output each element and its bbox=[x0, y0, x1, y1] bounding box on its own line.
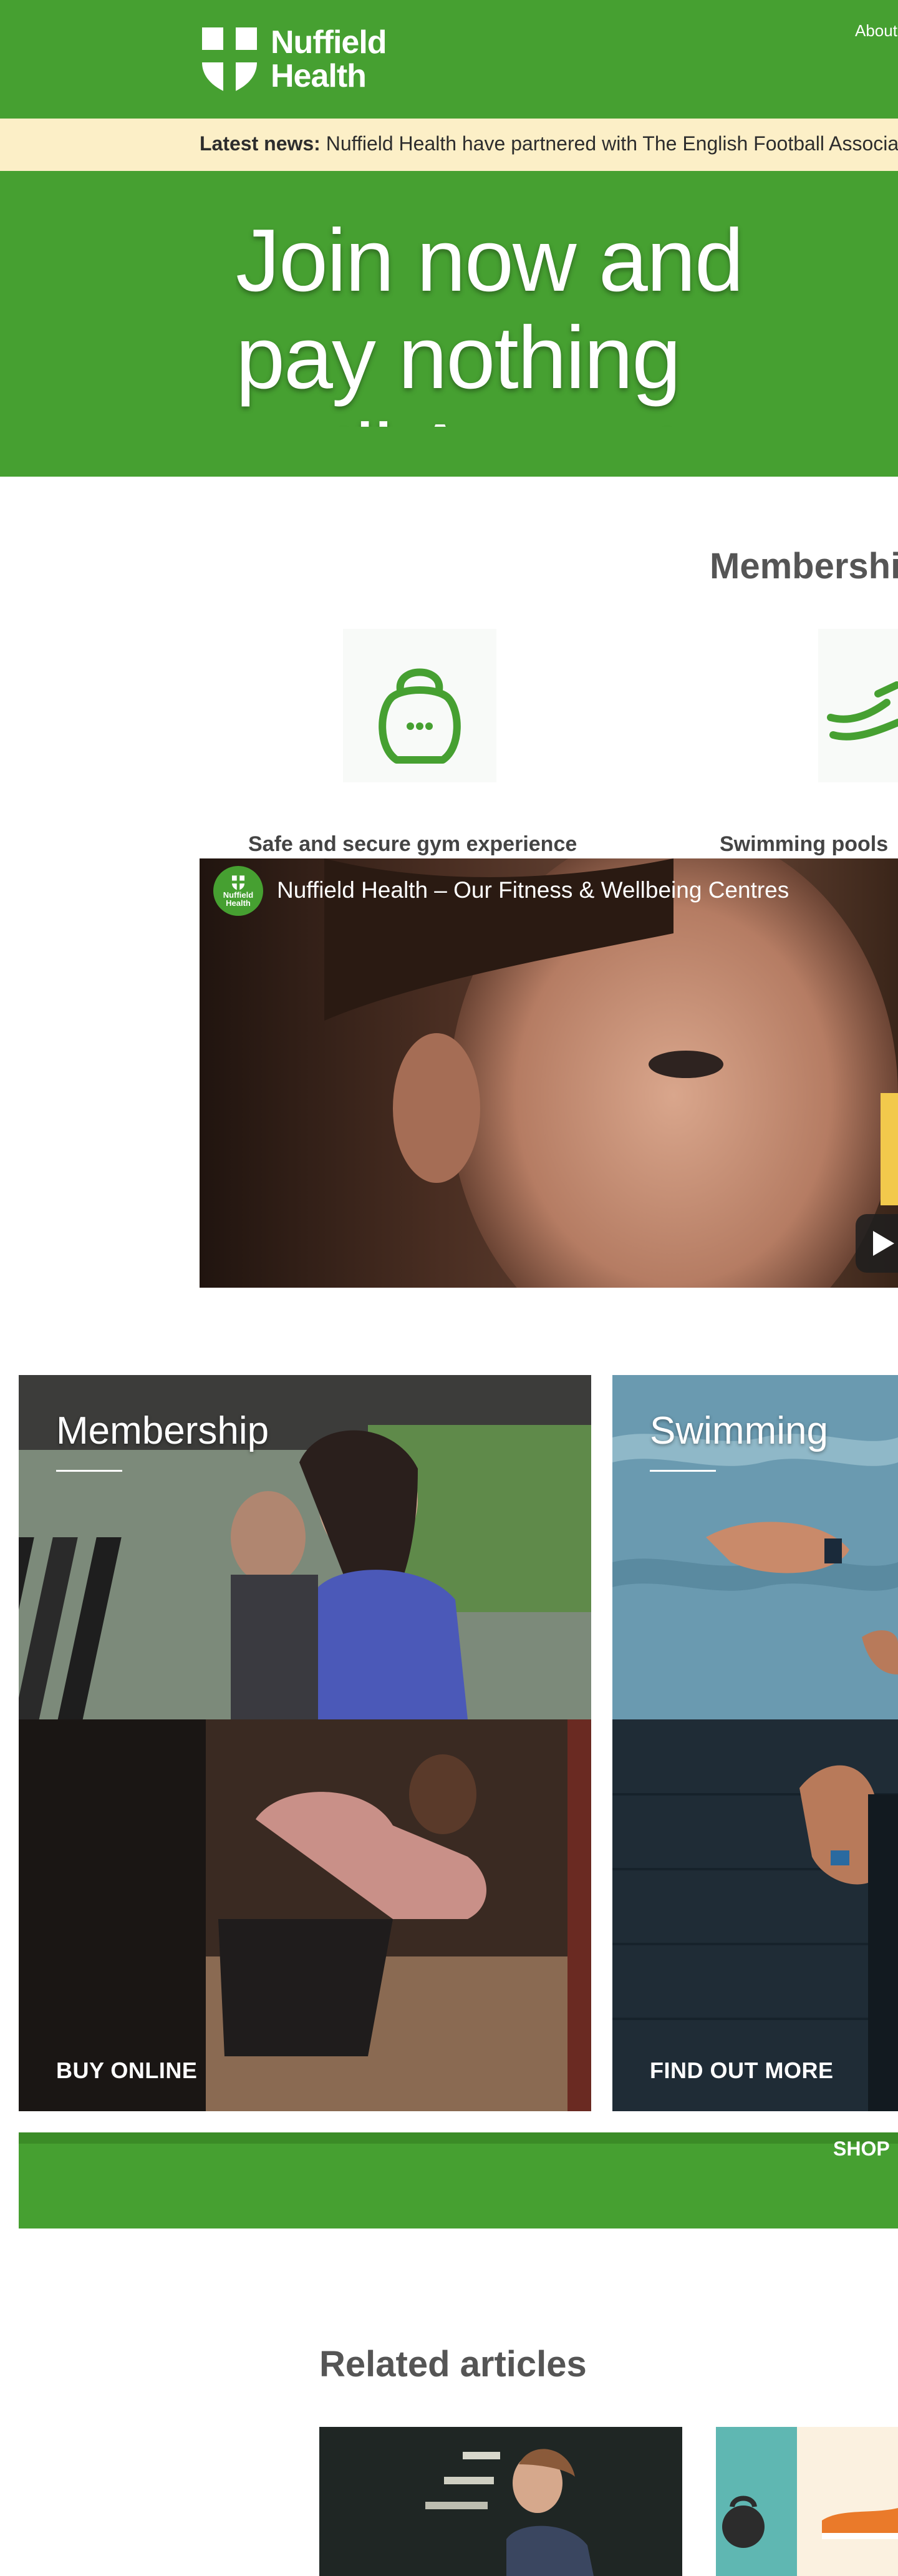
hero-title: Join now and pay nothing until August bbox=[236, 212, 744, 427]
tile-underline bbox=[56, 1470, 122, 1472]
related-articles-heading: Related articles bbox=[319, 2344, 587, 2384]
tile-title-swimming: Swimming bbox=[650, 1409, 828, 1452]
find-out-more-link[interactable]: FIND OUT MORE bbox=[650, 2058, 833, 2084]
promo-band-link[interactable]: SHOP bbox=[833, 2137, 890, 2160]
shield-cross-icon bbox=[231, 875, 245, 891]
swimming-bottom-image bbox=[612, 1719, 898, 2111]
benefit-label-swimming: Swimming pools bbox=[720, 832, 889, 856]
channel-logo-line-2: Health bbox=[226, 898, 251, 908]
channel-logo[interactable]: Nuffield Health bbox=[213, 866, 263, 916]
logo-wordmark: Nuffield Health bbox=[271, 26, 387, 93]
tile-membership[interactable]: Membership BUY ONLINE bbox=[19, 1375, 591, 2111]
membership-benefits-heading: Membership bbox=[710, 546, 898, 586]
news-ticker[interactable]: Latest news: Nuffield Health have partne… bbox=[200, 132, 898, 155]
promo-band-stripe bbox=[19, 2132, 898, 2144]
video-title[interactable]: Nuffield Health – Our Fitness & Wellbein… bbox=[277, 877, 789, 903]
article-image bbox=[716, 2427, 898, 2576]
benefit-label-gym: Safe and secure gym experience bbox=[248, 832, 577, 856]
play-icon bbox=[873, 1231, 894, 1256]
video-player[interactable]: Nuffield Health Nuffield Health – Our Fi… bbox=[200, 858, 898, 1288]
logo-line-2: Health bbox=[271, 58, 367, 94]
logo-line-1: Nuffield bbox=[271, 24, 387, 61]
buy-online-link[interactable]: BUY ONLINE bbox=[56, 2058, 197, 2084]
nuffield-health-logo[interactable]: Nuffield Health bbox=[198, 24, 387, 95]
video-frame-detail bbox=[881, 1093, 898, 1205]
related-article-card[interactable] bbox=[716, 2427, 898, 2576]
benefit-card-swimming bbox=[818, 629, 898, 782]
tile-underline bbox=[650, 1470, 716, 1472]
news-label: Latest news: bbox=[200, 132, 321, 155]
kettlebell-icon bbox=[379, 668, 461, 764]
article-image bbox=[319, 2427, 682, 2576]
video-thumbnail bbox=[200, 858, 898, 1288]
tile-title-membership: Membership bbox=[56, 1409, 269, 1452]
swimming-icon bbox=[827, 681, 898, 741]
tile-swimming[interactable]: Swimming FIND OUT MORE bbox=[612, 1375, 898, 2111]
site-header: Nuffield Health About bbox=[0, 0, 898, 119]
benefit-card-gym bbox=[343, 629, 496, 782]
shield-cross-icon bbox=[202, 27, 257, 94]
news-banner: Latest news: Nuffield Health have partne… bbox=[0, 119, 898, 171]
news-headline: Nuffield Health have partnered with The … bbox=[326, 132, 898, 155]
nav-link-about[interactable]: About bbox=[855, 21, 897, 41]
promo-band: SHOP bbox=[19, 2132, 898, 2228]
hero-banner: Join now and pay nothing until August bbox=[0, 171, 898, 477]
membership-bottom-image bbox=[19, 1719, 591, 2111]
related-article-card[interactable] bbox=[319, 2427, 682, 2576]
